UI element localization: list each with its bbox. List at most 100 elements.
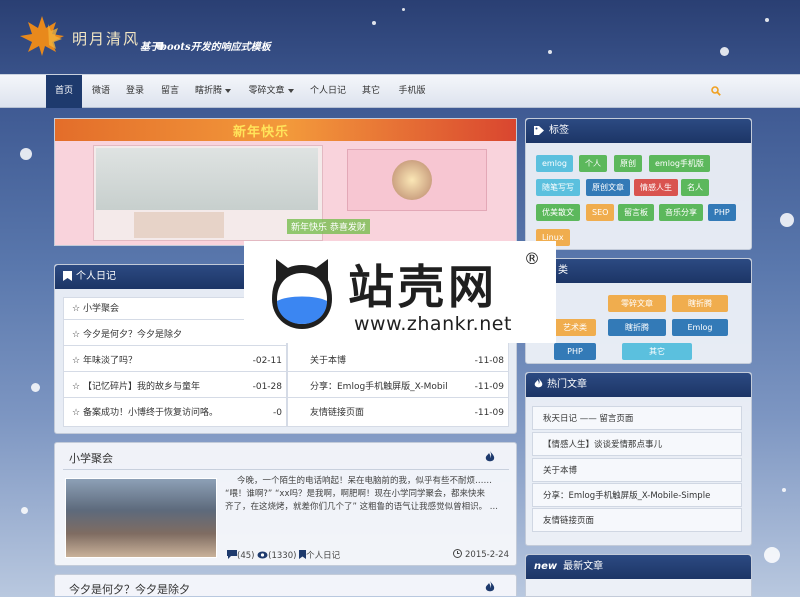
- site-title[interactable]: 明月清风: [72, 28, 140, 49]
- snowflake: [780, 213, 794, 227]
- tag-php[interactable]: PHP: [708, 204, 736, 221]
- site-header: 明月清风 基于boots开发的响应式模板: [0, 0, 800, 72]
- diary-entry[interactable]: ☆ 年味淡了吗？ -02-11: [64, 350, 286, 372]
- featured-slideshow[interactable]: 新年快乐 新年快乐 恭喜发财: [54, 118, 517, 246]
- diary-entry[interactable]: 关于本博 -11-08: [288, 350, 508, 372]
- hot-post-link[interactable]: 关于本博: [532, 458, 742, 482]
- slide-side-image: [347, 149, 487, 211]
- category-tag[interactable]: PHP: [554, 343, 596, 360]
- nav-item-tinkering[interactable]: 瞎折腾: [190, 75, 236, 108]
- diary-entry-title: 【记忆碎片】我的故乡与童年: [82, 382, 200, 392]
- nav-item-login[interactable]: 登录: [118, 75, 152, 108]
- tag-emlog[interactable]: emlog: [536, 155, 573, 172]
- snowflake: [21, 507, 28, 514]
- tag-personal[interactable]: 个人: [579, 155, 607, 172]
- tag-seo[interactable]: SEO: [586, 204, 615, 221]
- watermark-brand: 站壳网: [348, 260, 498, 314]
- clock-icon: [453, 549, 463, 558]
- post-comments[interactable]: (45): [237, 551, 254, 561]
- tag-emotion-life[interactable]: 情感人生: [634, 179, 678, 196]
- hot-post-link[interactable]: 【情感人生】谈谈爱情那点事儿: [532, 432, 742, 456]
- nav-item-label: 瞎折腾: [194, 86, 222, 96]
- nav-item-label: 其它: [361, 86, 380, 96]
- hot-post-link[interactable]: 秋天日记 —— 留言页面: [532, 406, 742, 430]
- hot-posts-panel-title: 热门文章: [547, 379, 587, 390]
- nav-item-mobile[interactable]: 手机版: [392, 75, 432, 108]
- nav-item-home[interactable]: 首页: [46, 75, 82, 108]
- nav-item-label: 首页: [54, 86, 73, 96]
- tag-original-articles[interactable]: 原创文章: [586, 179, 630, 196]
- tag-guestbook[interactable]: 留言板: [618, 204, 654, 221]
- caret-down-icon: [225, 88, 231, 93]
- post-divider: [63, 469, 509, 470]
- diary-entry-title: 关于本博: [310, 356, 347, 366]
- nav-item-other[interactable]: 其它: [356, 75, 386, 108]
- post-meta: (45) (1330) 个人日记 2015-2-24: [227, 549, 509, 561]
- diary-entry-date: -0: [273, 408, 282, 418]
- maple-leaf-logo-icon[interactable]: [18, 14, 66, 58]
- post-excerpt-line: 齐了，在这烧烤，就差你们几个了” 这粗鲁的语气让我感觉似曾相识。 ...: [225, 502, 498, 512]
- hot-post-link[interactable]: 友情链接页面: [532, 508, 742, 532]
- category-tag[interactable]: 其它: [622, 343, 692, 360]
- category-tag[interactable]: 瞎折腾: [672, 295, 728, 312]
- tags-panel-title: 标签: [549, 125, 569, 136]
- diary-entry[interactable]: 友情链接页面 -11-09: [288, 402, 508, 424]
- watermark-registered: ®: [524, 249, 540, 268]
- nav-item-label: 零碎文章: [248, 86, 285, 96]
- category-tag[interactable]: 瞎折腾: [608, 319, 666, 336]
- diary-entry[interactable]: 分享：Emlog手机触屏版_X-Mobil -11-09: [288, 376, 508, 398]
- diary-entry-date: -01-28: [252, 382, 282, 392]
- diary-entry-date: -11-09: [474, 408, 504, 418]
- nav-item-articles[interactable]: 零碎文章: [243, 75, 299, 108]
- latest-posts-panel: new 最新文章: [525, 554, 752, 597]
- tag-prose[interactable]: 优美散文: [536, 204, 580, 221]
- post-title[interactable]: 小学聚会: [69, 450, 113, 466]
- category-tag[interactable]: 艺术类: [554, 319, 596, 336]
- snowflake: [31, 383, 40, 392]
- main-navbar: 首页 微语 登录 留言 瞎折腾 零碎文章 个人日记 其它 手机版: [0, 74, 800, 108]
- nav-item-label: 登录: [125, 86, 144, 96]
- post-excerpt: 今晚，一个陌生的电话响起！呆在电脑前的我，似乎有些不耐烦…… “喂！谁啊?” “…: [225, 475, 509, 514]
- category-tag[interactable]: Emlog: [672, 319, 728, 336]
- nav-item-weiyu[interactable]: 微语: [84, 75, 118, 108]
- tags-panel: 标签 emlog 个人 原创 emlog手机版 随笔写写 原创文章 情感人生 名…: [525, 118, 752, 250]
- watermark-url: www.zhankr.net: [354, 313, 512, 335]
- tag-music[interactable]: 音乐分享: [659, 204, 703, 221]
- diary-entry[interactable]: ☆ 【记忆碎片】我的故乡与童年 -01-28: [64, 376, 286, 398]
- search-icon[interactable]: [711, 86, 721, 96]
- slide-banner-text: 新年快乐: [233, 125, 290, 140]
- post-date-wrap: 2015-2-24: [453, 549, 509, 560]
- bookmark-icon: [63, 271, 72, 281]
- nav-item-diary[interactable]: 个人日记: [305, 75, 351, 108]
- hot-flame-icon: [485, 451, 495, 462]
- cat-logo-icon: [272, 259, 332, 329]
- tags-icon: [534, 126, 544, 135]
- category-tag[interactable]: 零碎文章: [608, 295, 666, 312]
- slide-caption: 新年快乐 恭喜发财: [287, 219, 370, 234]
- nav-item-label: 个人日记: [309, 86, 346, 96]
- tag-celebrities[interactable]: 名人: [681, 179, 709, 196]
- diary-entry-date: -11-09: [474, 382, 504, 392]
- diary-entry-title: 备案成功！小博终于恢复访问咯。: [82, 408, 218, 418]
- tag-essays[interactable]: 随笔写写: [536, 179, 580, 196]
- tag-emlog-mobile[interactable]: emlog手机版: [649, 155, 710, 172]
- post-category[interactable]: 个人日记: [306, 551, 340, 561]
- diary-entry[interactable]: ☆ 备案成功！小博终于恢复访问咯。 -0: [64, 402, 286, 424]
- post-thumbnail[interactable]: [65, 478, 217, 558]
- watermark-overlay: 站壳网 ® www.zhankr.net: [244, 241, 556, 343]
- diary-entry-title: 小学聚会: [82, 304, 119, 314]
- hot-flame-icon: [485, 581, 495, 592]
- eye-icon: [257, 551, 268, 559]
- nav-item-label: 微语: [91, 86, 110, 96]
- post-title[interactable]: 今夕是何夕？今夕是除夕: [69, 581, 190, 597]
- nav-item-label: 手机版: [398, 86, 426, 96]
- hot-post-link[interactable]: 分享：Emlog手机触屏版_X-Mobile-Simple: [532, 483, 742, 507]
- nav-item-guestbook[interactable]: 留言: [152, 75, 188, 108]
- post-excerpt-line: 今晚，一个陌生的电话响起！呆在电脑前的我，似乎有些不耐烦……: [237, 476, 493, 486]
- tag-original[interactable]: 原创: [614, 155, 642, 172]
- comment-icon: [227, 550, 237, 559]
- diary-entry-title: 友情链接页面: [310, 408, 365, 418]
- diary-entry-date: -02-11: [252, 356, 282, 366]
- categories-panel: 类 零碎文章 瞎折腾 艺术类 瞎折腾 Emlog PHP 其它: [525, 258, 752, 364]
- hot-posts-panel-header: 热门文章: [526, 373, 751, 397]
